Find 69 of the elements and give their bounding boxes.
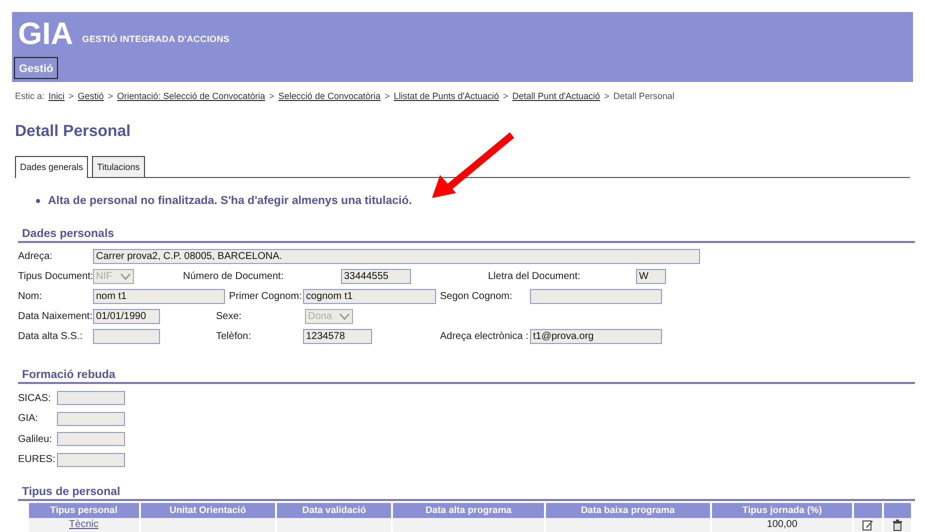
breadcrumb-link[interactable]: Orientació: Selecció de Convocatòria <box>117 90 266 104</box>
input-field[interactable]: 01/01/1990 <box>93 309 160 324</box>
field-label: Lletra del Document: <box>488 270 582 284</box>
field-label: Nom: <box>18 290 43 304</box>
logo: GIA <box>18 18 74 50</box>
input-field[interactable]: Carrer prova2, C.P. 08005, BARCELONA. <box>93 249 700 264</box>
field-label: SICAS: <box>18 392 52 406</box>
input-field[interactable]: nom t1 <box>93 289 225 304</box>
breadcrumb-separator: > <box>108 90 114 103</box>
select-field: NIF <box>93 269 134 284</box>
field-label: Data Naixement: <box>18 310 93 324</box>
field-label: Número de Document: <box>183 270 285 284</box>
breadcrumb-link[interactable]: Selecció de Convocatòria <box>278 90 380 104</box>
caret-icon <box>120 273 131 280</box>
section-heading: Dades personals <box>18 226 915 243</box>
breadcrumb-link[interactable]: Detall Punt d'Actuació <box>512 90 600 104</box>
column-header <box>854 502 882 518</box>
input-field[interactable]: t1@prova.org <box>530 329 662 344</box>
input-field[interactable]: cognom t1 <box>303 289 436 304</box>
field-label: Telèfon: <box>216 330 252 344</box>
input-field[interactable]: 33444555 <box>341 269 411 284</box>
column-header: Tipus personal <box>29 502 139 518</box>
field-label: GIA: <box>18 412 40 426</box>
breadcrumb-link[interactable]: Inici <box>48 90 65 104</box>
breadcrumb-separator: > <box>503 90 508 103</box>
field-label: Adreça: <box>18 250 54 264</box>
column-header <box>884 502 911 518</box>
input-field[interactable] <box>530 289 662 304</box>
section-heading: Tipus de personal <box>18 484 915 501</box>
section-heading: Formació rebuda <box>18 368 915 384</box>
input-field[interactable] <box>57 412 125 426</box>
column-header: Data alta programa <box>393 502 544 518</box>
input-field[interactable] <box>57 452 125 466</box>
warning-message: Alta de personal no finalitzada. S'ha d'afegir almenys una titulació. <box>48 194 412 208</box>
tab[interactable]: Titulacions <box>92 156 145 176</box>
breadcrumb-link[interactable]: Gestió <box>78 90 104 104</box>
delete-icon[interactable] <box>892 518 904 531</box>
column-header: Data validació <box>276 502 392 518</box>
app-subtitle: GESTIÓ INTEGRADA D'ACCIONS <box>82 32 230 46</box>
field-label: Tipus Document: <box>18 270 93 284</box>
input-field[interactable]: 1234578 <box>303 329 372 344</box>
breadcrumb-current: Detall Personal <box>613 90 674 103</box>
field-label: EURES: <box>18 453 56 467</box>
field-label: Primer Cognom: <box>229 290 303 304</box>
field-label: Segon Cognom: <box>440 290 514 304</box>
select-field: Dona <box>305 309 353 324</box>
input-field[interactable] <box>93 329 160 344</box>
field-label: Data alta S.S.: <box>18 330 84 344</box>
edit-icon[interactable] <box>862 518 874 531</box>
input-field[interactable] <box>57 432 125 446</box>
field-label: Adreça electrònica : <box>440 330 530 344</box>
breadcrumb-separator: > <box>68 90 74 103</box>
field-label: Galileu: <box>18 432 53 446</box>
breadcrumb-separator: > <box>269 90 274 103</box>
caret-icon <box>339 313 350 320</box>
bullet-icon <box>36 199 40 204</box>
breadcrumb-link[interactable]: Llistat de Punts d'Actuació <box>394 90 500 104</box>
tab[interactable]: Dades generals <box>15 156 88 178</box>
page-title: Detall Personal <box>15 122 132 142</box>
column-header: Unitat Orientació <box>140 502 275 518</box>
field-label: Sexe: <box>216 310 243 324</box>
table-cell: 100,00 <box>712 518 852 532</box>
breadcrumb-separator: > <box>604 90 610 103</box>
breadcrumb-label: Estic a: <box>15 90 45 103</box>
input-field[interactable] <box>57 391 125 405</box>
column-header: Tipus jornada (%) <box>712 502 852 518</box>
breadcrumb-separator: > <box>384 90 390 103</box>
input-field[interactable]: W <box>636 269 666 284</box>
column-header: Data baixa programa <box>546 502 710 518</box>
